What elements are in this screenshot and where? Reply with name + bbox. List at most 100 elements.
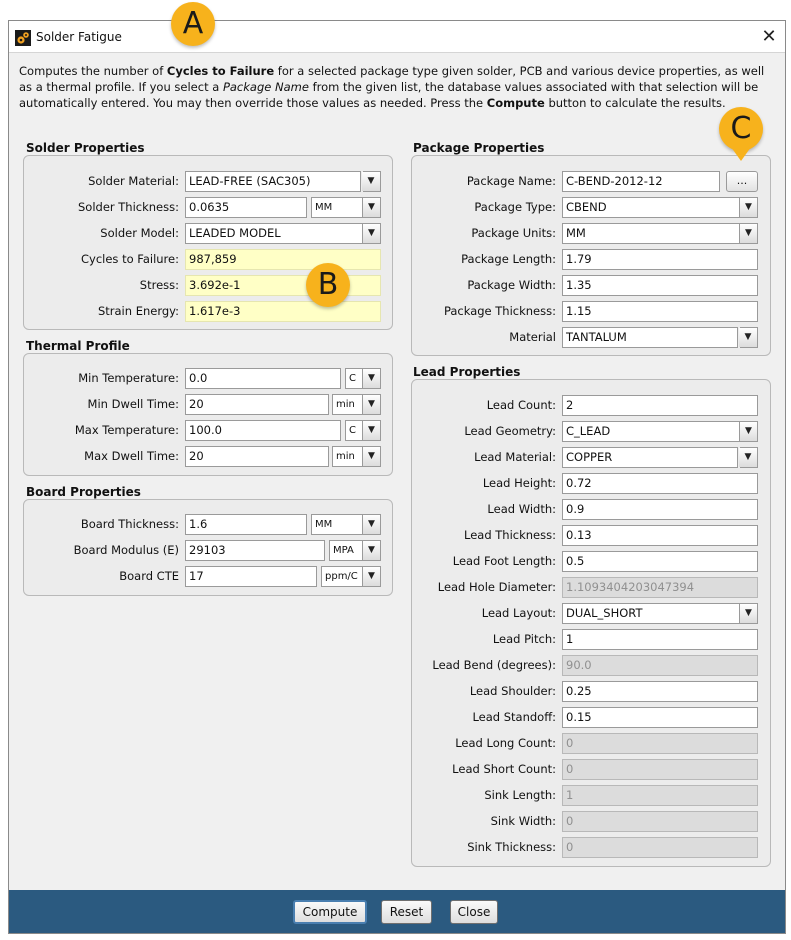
- thermal-profile-title: Thermal Profile: [26, 339, 130, 353]
- board-properties-group: Board Thickness: 1.6 MM ▼ Board Modulus (…: [23, 499, 393, 596]
- min-temperature-unit-select[interactable]: C ▼: [345, 368, 381, 389]
- lead-layout-select[interactable]: DUAL_SHORT ▼: [562, 603, 758, 624]
- lead-row-lead-bend-degrees: Lead Bend (degrees):: [412, 655, 556, 677]
- lead-count-input[interactable]: 2: [562, 395, 758, 416]
- package-material-dropdown-button[interactable]: ▼: [739, 327, 758, 348]
- browse-package-button[interactable]: ...: [726, 171, 758, 192]
- solder-fatigue-dialog: Solder Fatigue ✕ Computes the number of …: [8, 20, 786, 934]
- max-temperature-input[interactable]: 100.0: [185, 420, 341, 441]
- lead-material-select[interactable]: COPPER: [562, 447, 738, 468]
- cycles-to-failure-value: 987,859: [185, 249, 381, 270]
- lead-short-count-input: 0: [562, 759, 758, 780]
- lead-count-label: Lead Count:: [486, 398, 556, 412]
- package-thickness-input[interactable]: 1.15: [562, 301, 758, 322]
- lead-pitch-input[interactable]: 1: [562, 629, 758, 650]
- lead-shoulder-input[interactable]: 0.25: [562, 681, 758, 702]
- package-length-label: Package Length:: [461, 252, 556, 266]
- solder-thickness-input[interactable]: 0.0635: [185, 197, 307, 218]
- lead-row-lead-layout: Lead Layout:: [412, 603, 556, 625]
- solder-material-select[interactable]: LEAD-FREE (SAC305): [185, 171, 361, 192]
- lead-row-lead-geometry: Lead Geometry:: [412, 421, 556, 443]
- min-dwell-time-input[interactable]: 20: [185, 394, 329, 415]
- lead-row-lead-foot-length: Lead Foot Length:: [412, 551, 556, 573]
- max-dwell-time-input[interactable]: 20: [185, 446, 329, 467]
- lead-foot-length-label: Lead Foot Length:: [452, 554, 556, 568]
- sink-thickness-input: 0: [562, 837, 758, 858]
- package-width-label: Package Width:: [467, 278, 556, 292]
- lead-row-sink-width: Sink Width:: [412, 811, 556, 833]
- package-name-input[interactable]: C-BEND-2012-12: [562, 171, 720, 192]
- lead-row-lead-long-count: Lead Long Count:: [412, 733, 556, 755]
- reset-button[interactable]: Reset: [381, 900, 432, 924]
- solder-model-label: Solder Model:: [100, 226, 179, 240]
- callout-a-badge: A: [171, 2, 215, 46]
- stress-value: 3.692e-1: [185, 275, 381, 296]
- stress-label: Stress:: [139, 278, 179, 292]
- package-type-select[interactable]: CBEND ▼: [562, 197, 758, 218]
- package-material-select[interactable]: TANTALUM: [562, 327, 738, 348]
- package-length-input[interactable]: 1.79: [562, 249, 758, 270]
- board-thickness-input[interactable]: 1.6: [185, 514, 307, 535]
- sink-width-label: Sink Width:: [490, 814, 556, 828]
- package-width-input[interactable]: 1.35: [562, 275, 758, 296]
- lead-width-label: Lead Width:: [487, 502, 556, 516]
- package-material-label: Material: [509, 330, 556, 344]
- board-cte-unit-select[interactable]: ppm/C ▼: [321, 566, 381, 587]
- min-dwell-time-unit-select[interactable]: min ▼: [332, 394, 381, 415]
- max-dwell-time-label: Max Dwell Time:: [84, 449, 179, 463]
- solder-material-dropdown-button[interactable]: ▼: [362, 171, 381, 192]
- board-modulus-unit-select[interactable]: MPA ▼: [329, 540, 381, 561]
- max-temperature-unit-select[interactable]: C ▼: [345, 420, 381, 441]
- lead-standoff-label: Lead Standoff:: [472, 710, 556, 724]
- close-button[interactable]: Close: [450, 900, 498, 924]
- compute-button[interactable]: Compute: [293, 900, 367, 924]
- lead-thickness-input[interactable]: 0.13: [562, 525, 758, 546]
- lead-short-count-label: Lead Short Count:: [452, 762, 556, 776]
- package-units-select[interactable]: MM ▼: [562, 223, 758, 244]
- lead-bend-degrees-label: Lead Bend (degrees):: [432, 658, 556, 672]
- board-cte-input[interactable]: 17: [185, 566, 317, 587]
- lead-layout-value: DUAL_SHORT: [566, 606, 643, 620]
- thermal-profile-group: Min Temperature: 0.0 C ▼ Min Dwell Time: …: [23, 353, 393, 476]
- solder-model-select[interactable]: LEADED MODEL ▼: [185, 223, 381, 244]
- chevron-down-icon: ▼: [739, 422, 757, 441]
- chevron-down-icon: ▼: [362, 447, 380, 466]
- lead-long-count-label: Lead Long Count:: [455, 736, 556, 750]
- chevron-down-icon: ▼: [739, 224, 757, 243]
- callout-b-badge: B: [306, 263, 350, 307]
- lead-row-lead-thickness: Lead Thickness:: [412, 525, 556, 547]
- sink-length-label: Sink Length:: [484, 788, 556, 802]
- board-thickness-unit-select[interactable]: MM ▼: [311, 514, 381, 535]
- chevron-down-icon: ▼: [739, 328, 757, 347]
- sink-thickness-label: Sink Thickness:: [467, 840, 556, 854]
- chevron-down-icon: ▼: [739, 198, 757, 217]
- callout-c-pointer: [731, 147, 751, 161]
- lead-properties-title: Lead Properties: [413, 365, 521, 379]
- lead-standoff-input[interactable]: 0.15: [562, 707, 758, 728]
- board-modulus-label: Board Modulus (E): [73, 543, 179, 557]
- lead-foot-length-input[interactable]: 0.5: [562, 551, 758, 572]
- package-type-label: Package Type:: [474, 200, 556, 214]
- lead-geometry-label: Lead Geometry:: [464, 424, 556, 438]
- lead-height-label: Lead Height:: [482, 476, 556, 490]
- board-modulus-input[interactable]: 29103: [185, 540, 325, 561]
- lead-material-dropdown-button[interactable]: ▼: [739, 447, 758, 468]
- max-temperature-label: Max Temperature:: [74, 423, 179, 437]
- lead-height-input[interactable]: 0.72: [562, 473, 758, 494]
- close-window-button[interactable]: ✕: [757, 25, 781, 49]
- window-title: Solder Fatigue: [36, 30, 122, 44]
- lead-row-lead-height: Lead Height:: [412, 473, 556, 495]
- chevron-down-icon: ▼: [362, 198, 380, 217]
- board-cte-label: Board CTE: [119, 569, 179, 583]
- lead-shoulder-label: Lead Shoulder:: [469, 684, 556, 698]
- cycles-to-failure-label: Cycles to Failure:: [81, 252, 179, 266]
- min-temperature-input[interactable]: 0.0: [185, 368, 341, 389]
- max-dwell-time-unit-select[interactable]: min ▼: [332, 446, 381, 467]
- callout-c-badge: C: [719, 107, 763, 151]
- chevron-down-icon: ▼: [362, 567, 380, 586]
- lead-width-input[interactable]: 0.9: [562, 499, 758, 520]
- package-properties-group: Package Name: C-BEND-2012-12 ... Package…: [411, 155, 771, 356]
- lead-geometry-select[interactable]: C_LEAD ▼: [562, 421, 758, 442]
- package-thickness-label: Package Thickness:: [443, 304, 556, 318]
- solder-thickness-unit-select[interactable]: MM ▼: [311, 197, 381, 218]
